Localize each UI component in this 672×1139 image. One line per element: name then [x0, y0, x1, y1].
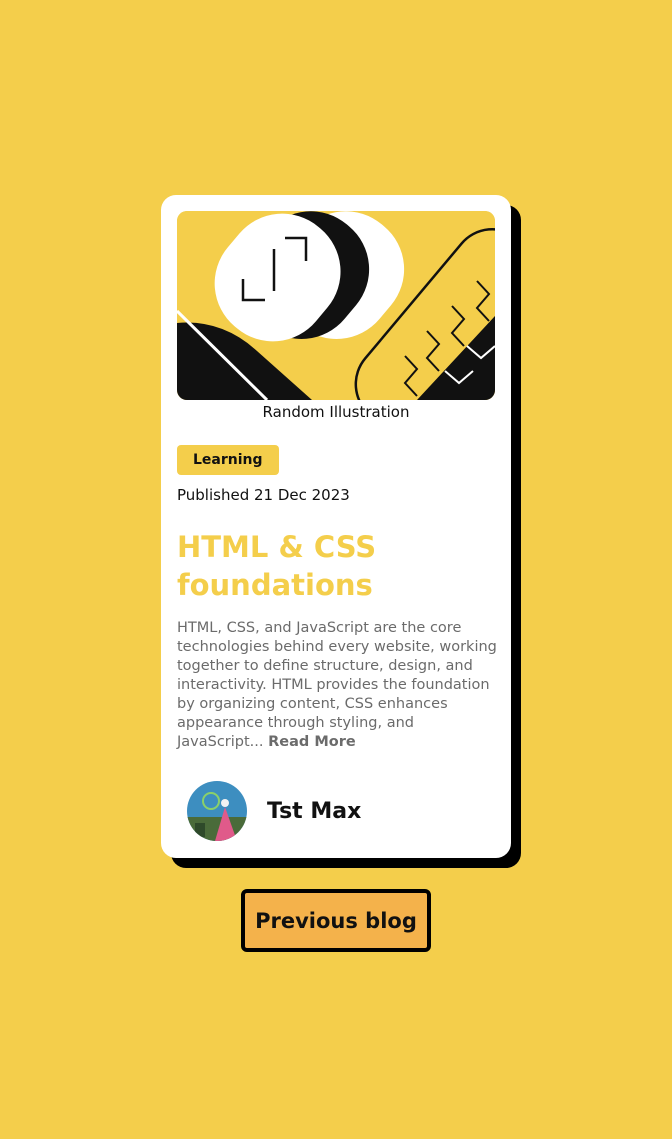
published-date: Published 21 Dec 2023	[177, 486, 350, 504]
blog-illustration	[177, 211, 495, 400]
author-row: Tst Max	[187, 781, 361, 841]
category-badge[interactable]: Learning	[177, 445, 279, 475]
excerpt-text: HTML, CSS, and JavaScript are the core t…	[177, 620, 497, 750]
author-avatar	[187, 781, 247, 841]
previous-blog-button[interactable]: Previous blog	[241, 889, 431, 952]
blog-excerpt: HTML, CSS, and JavaScript are the core t…	[177, 619, 499, 752]
read-more-link[interactable]: Read More	[268, 734, 356, 750]
blog-card: Random Illustration Learning Published 2…	[161, 195, 511, 858]
image-caption: Random Illustration	[262, 403, 410, 421]
blog-title[interactable]: HTML & CSS foundations	[177, 528, 497, 604]
author-name: Tst Max	[267, 798, 362, 824]
